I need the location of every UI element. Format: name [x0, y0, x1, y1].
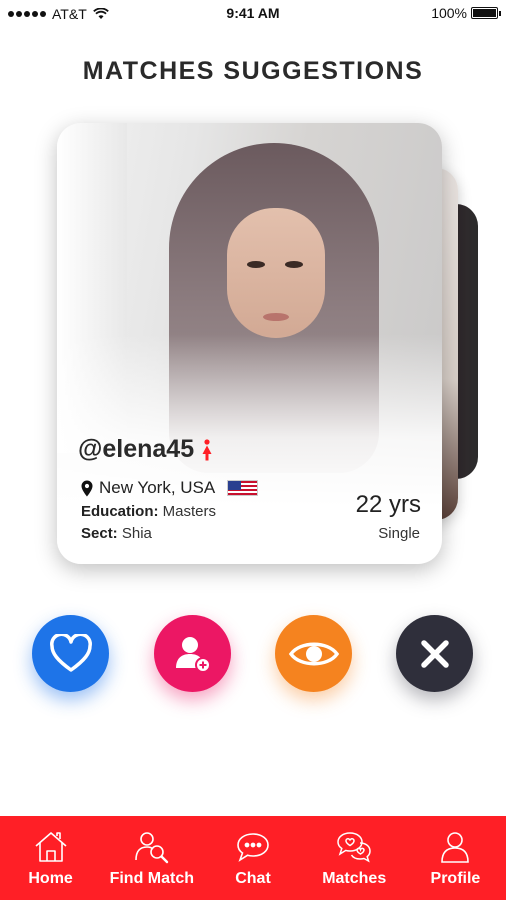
- usa-flag-icon: [227, 480, 259, 496]
- profile-marital-status: Single: [378, 525, 420, 542]
- nav-matches-label: Matches: [322, 870, 387, 887]
- nav-profile-label: Profile: [430, 870, 481, 887]
- education-label: Education:: [81, 503, 159, 520]
- close-icon: [420, 639, 449, 668]
- profile-location: New York, USA: [81, 478, 259, 498]
- nav-home-label: Home: [28, 870, 73, 887]
- sect-label: Sect:: [81, 525, 118, 542]
- status-right: 100%: [431, 5, 501, 21]
- skip-button[interactable]: [396, 615, 473, 692]
- profile-username: @elena45: [78, 435, 195, 463]
- profile-username-row: @elena45: [78, 435, 212, 464]
- female-icon: [202, 438, 212, 460]
- nav-chat-label: Chat: [235, 870, 271, 887]
- sect-value: Shia: [117, 525, 152, 542]
- profile-age: 22 yrs: [355, 491, 421, 518]
- page-title: MATCHES SUGGESTIONS: [82, 57, 424, 85]
- nav-home[interactable]: Home: [0, 816, 101, 900]
- profile-card[interactable]: @elena45 New York, USA Education: Master…: [57, 123, 442, 564]
- add-match-button[interactable]: [154, 615, 231, 692]
- like-button[interactable]: [32, 615, 109, 692]
- find-match-icon: [134, 832, 168, 864]
- nav-matches[interactable]: Matches: [304, 816, 405, 900]
- location-text: New York, USA: [99, 478, 216, 497]
- battery-percent: 100%: [431, 5, 467, 21]
- bottom-nav: Home Find Match Chat Matches Profile: [0, 816, 506, 900]
- eye-icon: [288, 642, 339, 665]
- nav-find-match[interactable]: Find Match: [101, 816, 202, 900]
- nav-chat[interactable]: Chat: [202, 816, 303, 900]
- matches-icon: [337, 832, 371, 863]
- add-user-icon: [175, 636, 211, 673]
- nav-profile[interactable]: Profile: [405, 816, 506, 900]
- profile-education: Education: Masters: [81, 503, 216, 520]
- nav-find-match-label: Find Match: [109, 870, 195, 887]
- view-profile-button[interactable]: [275, 615, 352, 692]
- battery-icon: [471, 7, 501, 19]
- clock: 9:41 AM: [226, 5, 280, 21]
- status-bar: AT&T 9:41 AM 100%: [0, 0, 506, 28]
- location-pin-icon: [81, 480, 93, 496]
- chat-icon: [237, 833, 269, 862]
- heart-icon: [49, 633, 92, 672]
- profile-sect: Sect: Shia: [81, 525, 152, 542]
- education-value: Masters: [158, 503, 217, 520]
- profile-icon: [441, 832, 470, 863]
- home-icon: [35, 832, 67, 862]
